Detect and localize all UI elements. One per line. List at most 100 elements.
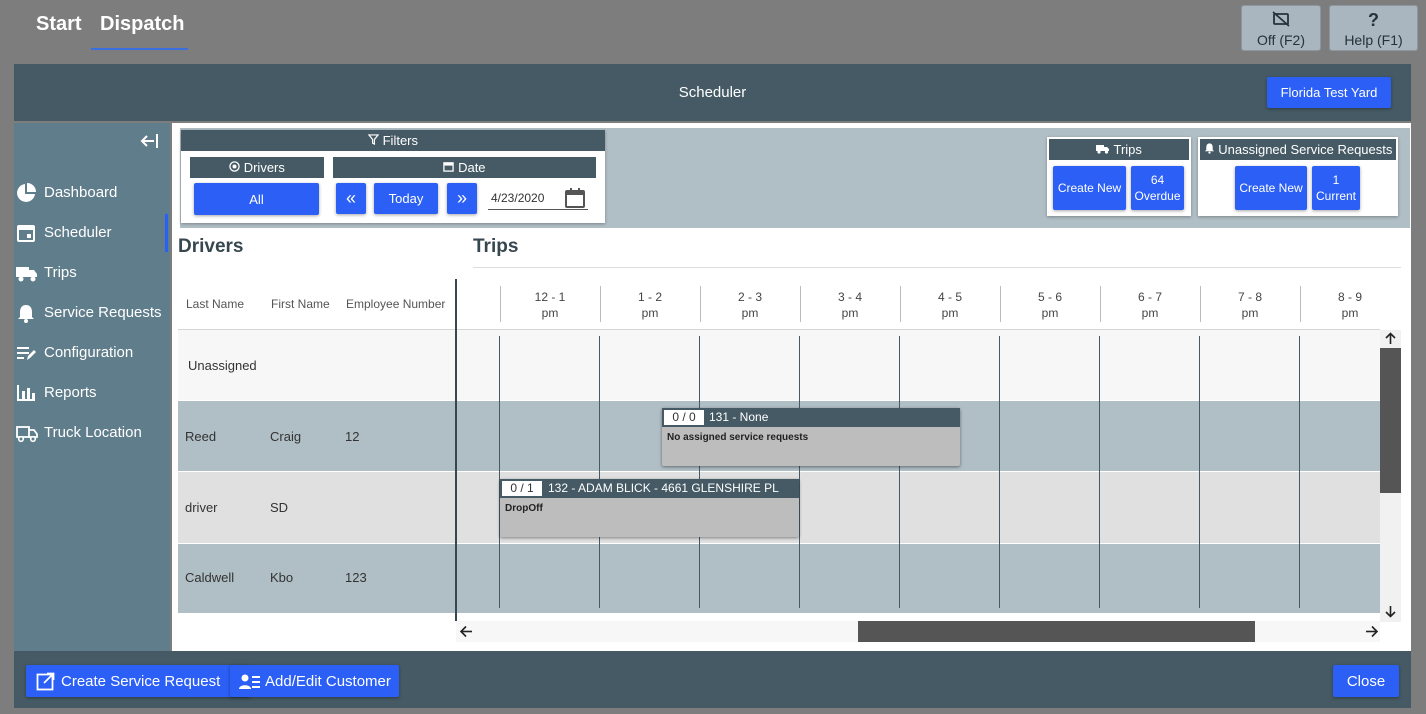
collapse-sidebar-icon[interactable]: [139, 131, 159, 156]
create-service-request-label: Create Service Request: [61, 673, 221, 690]
filters-title: Filters: [382, 133, 418, 148]
trip-card[interactable]: 0 / 0 131 - None No assigned service req…: [662, 408, 960, 466]
offline-button-label: Off (F2): [1257, 32, 1305, 48]
time-column-header: 3 - 4 pm: [837, 290, 862, 320]
trip-card-header: 0 / 1 132 - ADAM BLICK - 4661 GLENSHIRE …: [500, 479, 799, 498]
bell-icon: [16, 303, 38, 323]
drivers-filter-title: Drivers: [243, 160, 285, 175]
create-trip-button[interactable]: Create New: [1053, 166, 1126, 210]
sidebar-item-dashboard[interactable]: Dashboard: [16, 181, 168, 207]
column-header-employee-number: Employee Number: [346, 297, 446, 311]
tab-dispatch[interactable]: Dispatch: [100, 13, 184, 36]
user-list-icon: [239, 673, 261, 694]
pie-chart-icon: [16, 183, 38, 203]
sidebar: Dashboard Scheduler Trips Service Reques…: [14, 123, 170, 651]
truck-outline-icon: [16, 423, 38, 443]
requests-panel-title: Unassigned Service Requests: [1218, 142, 1393, 157]
add-edit-customer-button[interactable]: Add/Edit Customer: [230, 665, 399, 697]
trip-assigned-count: 0 / 1: [502, 481, 542, 496]
time-header: 12 am 12 - 1pm 1 - 2pm 2 - 3pm 3 - 4pm 4…: [456, 280, 1380, 328]
scroll-down-icon[interactable]: [1384, 605, 1397, 623]
today-button[interactable]: Today: [374, 183, 438, 214]
truck-icon: [1096, 142, 1110, 157]
sidebar-item-label: Dashboard: [44, 184, 118, 201]
horizontal-scroll-thumb[interactable]: [858, 621, 1255, 642]
bell-icon: [1204, 142, 1215, 157]
requests-panel-header: Unassigned Service Requests: [1200, 139, 1396, 160]
radio-target-icon: [229, 160, 240, 175]
overdue-trips-button[interactable]: 64 Overdue: [1131, 166, 1184, 210]
driver-last-name: Caldwell: [185, 570, 235, 585]
horizontal-scrollbar[interactable]: [456, 621, 1380, 642]
drivers-all-button[interactable]: All: [194, 183, 319, 215]
help-button[interactable]: ? Help (F1): [1329, 5, 1418, 51]
trip-card[interactable]: 0 / 1 132 - ADAM BLICK - 4661 GLENSHIRE …: [500, 479, 799, 537]
hour-gridline: [599, 336, 600, 608]
date-input[interactable]: 4/23/2020: [488, 186, 588, 210]
hour-gridline: [699, 336, 700, 608]
column-header-first-name: First Name: [271, 297, 330, 311]
sidebar-item-label: Scheduler: [44, 224, 112, 241]
time-column-header: 5 - 6 pm: [1037, 290, 1062, 320]
offline-button[interactable]: Off (F2): [1241, 5, 1321, 51]
bar-chart-icon: [16, 383, 38, 403]
time-axis-divider: [455, 279, 457, 621]
yard-select-button[interactable]: Florida Test Yard: [1267, 77, 1391, 108]
sidebar-item-configuration[interactable]: Configuration: [16, 341, 168, 367]
trip-card-header: 0 / 0 131 - None: [662, 408, 960, 427]
hour-gridline: [1199, 336, 1200, 608]
create-request-button[interactable]: Create New: [1235, 166, 1307, 210]
date-input-value: 4/23/2020: [491, 191, 545, 205]
drivers-filter-header: Drivers: [190, 157, 324, 178]
close-button[interactable]: Close: [1333, 665, 1399, 697]
tab-start[interactable]: Start: [36, 13, 82, 36]
vertical-scrollbar[interactable]: [1380, 330, 1401, 622]
active-sidebar-indicator: [165, 214, 168, 252]
trip-card-detail: DropOff: [505, 503, 543, 514]
sidebar-item-reports[interactable]: Reports: [16, 381, 168, 407]
driver-first-name: Craig: [270, 429, 302, 444]
active-tab-indicator: [91, 48, 188, 50]
calendar-picker-icon[interactable]: [564, 187, 586, 214]
date-icon: [443, 160, 455, 175]
overdue-label: Overdue: [1134, 189, 1181, 203]
sidebar-item-scheduler[interactable]: Scheduler: [16, 221, 168, 247]
driver-last-name: Reed: [185, 429, 217, 444]
sidebar-item-label: Truck Location: [44, 424, 142, 441]
current-count: 1: [1332, 173, 1340, 187]
sidebar-item-label: Service Requests: [44, 304, 162, 321]
trips-section-title: Trips: [473, 236, 519, 257]
driver-first-name: Kbo: [270, 570, 294, 585]
trip-card-title: 132 - ADAM BLICK - 4661 GLENSHIRE PL: [548, 481, 779, 495]
next-day-button[interactable]: »: [447, 183, 477, 214]
sidebar-item-service-requests[interactable]: Service Requests: [16, 301, 168, 327]
current-requests-button[interactable]: 1 Current: [1312, 166, 1360, 210]
filter-icon: [367, 133, 383, 148]
title-bar: Scheduler: [14, 64, 1411, 121]
scroll-left-icon[interactable]: [459, 624, 474, 644]
driver-first-name: SD: [270, 500, 289, 515]
column-header-last-name: Last Name: [186, 297, 245, 311]
sidebar-item-truck-location[interactable]: Truck Location: [16, 421, 168, 447]
previous-day-button[interactable]: «: [336, 183, 366, 214]
create-service-request-button[interactable]: Create Service Request: [26, 665, 250, 697]
help-button-label: Help (F1): [1344, 32, 1403, 48]
sidebar-item-label: Configuration: [44, 344, 134, 361]
sidebar-item-label: Trips: [44, 264, 77, 281]
hour-gridline: [499, 336, 500, 608]
driver-employee-number: 12: [345, 429, 360, 444]
sidebar-item-label: Reports: [44, 384, 97, 401]
hour-gridline: [1099, 336, 1100, 608]
time-column-header: 4 - 5 pm: [937, 290, 962, 320]
driver-last-name: driver: [185, 500, 218, 515]
scroll-right-icon[interactable]: [1364, 624, 1379, 644]
calendar-icon: [16, 223, 38, 243]
section-divider: [473, 267, 1401, 268]
vertical-scroll-thumb[interactable]: [1380, 348, 1401, 493]
drivers-section-title: Drivers: [178, 236, 244, 257]
edit-list-icon: [16, 343, 38, 363]
sidebar-item-trips[interactable]: Trips: [16, 261, 168, 287]
trip-card-title: 131 - None: [709, 410, 769, 424]
trips-panel-header: Trips: [1049, 139, 1189, 160]
driver-last-name: Unassigned: [188, 358, 257, 373]
